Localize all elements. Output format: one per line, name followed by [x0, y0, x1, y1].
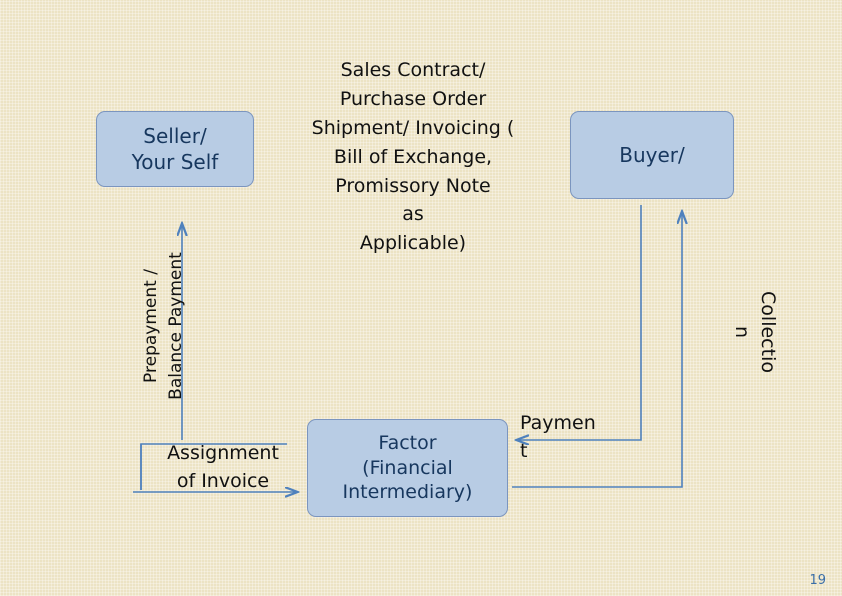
slide-canvas: Seller/ Your Self Buyer/ Factor (Financi…: [0, 0, 842, 596]
seller-node[interactable]: Seller/ Your Self: [96, 111, 254, 187]
factor-node[interactable]: Factor (Financial Intermediary): [307, 419, 508, 517]
collection-label: Collectio n: [731, 291, 779, 373]
buyer-node[interactable]: Buyer/: [570, 111, 734, 199]
assignment-of-invoice-label: Assignment of Invoice: [167, 442, 279, 492]
page-number: 19: [809, 573, 826, 588]
prepayment-balance-payment-label: Prepayment / Balance Payment: [141, 252, 186, 400]
sales-contract-label: Sales Contract/ Purchase Order Shipment/…: [311, 59, 515, 255]
payment-label: Paymen t: [520, 412, 596, 462]
